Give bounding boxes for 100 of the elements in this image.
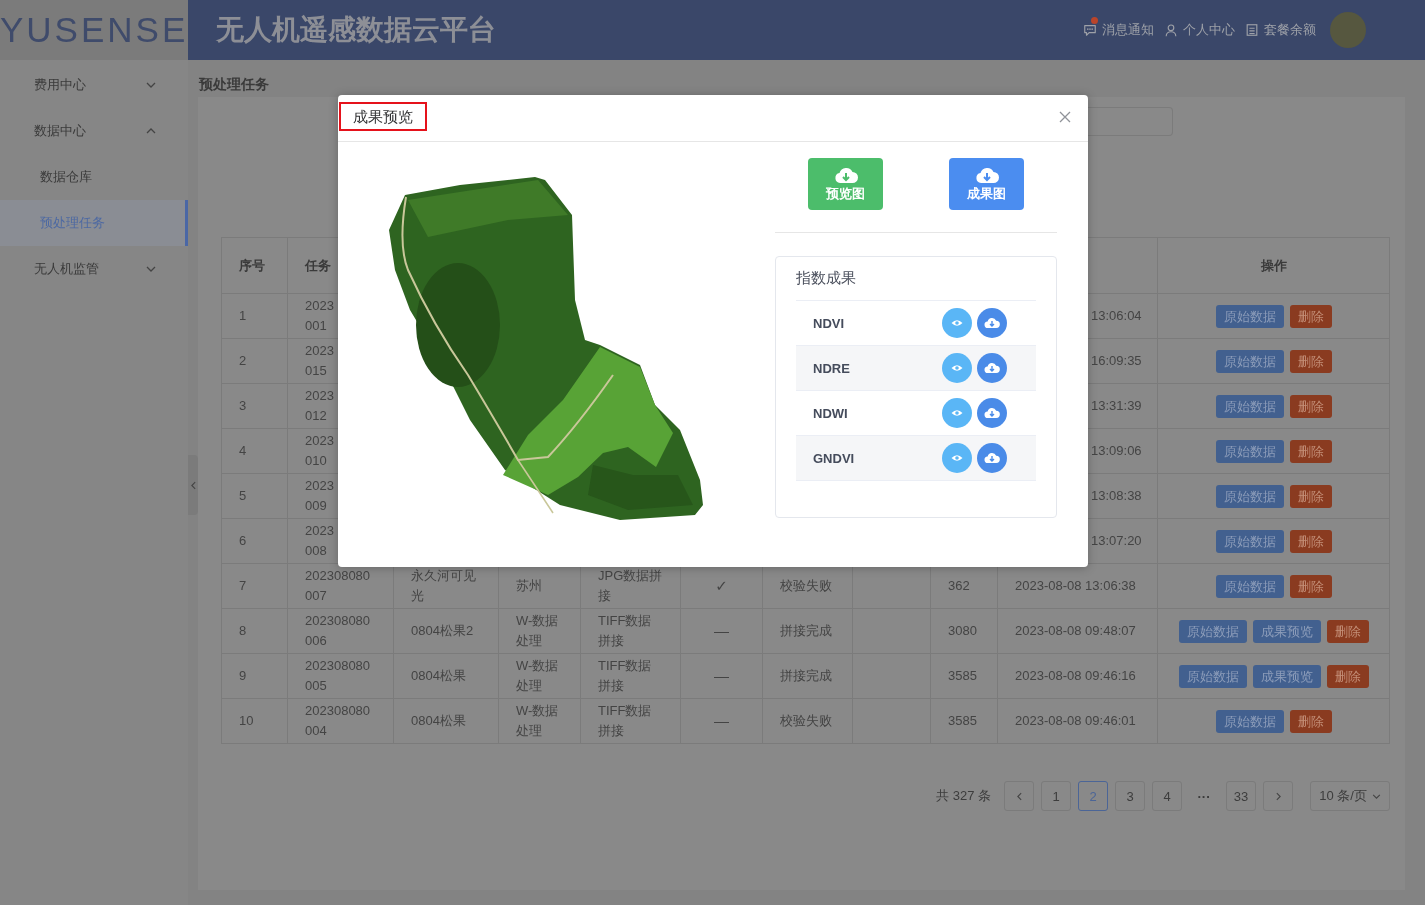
app-title: 无人机遥感数据云平台 (216, 13, 496, 47)
profile-link[interactable]: 个人中心 (1164, 21, 1235, 39)
row-number: 5 (239, 487, 247, 505)
task-type: TIFF数据拼接 (598, 612, 653, 650)
task-number: 202308080005 (305, 657, 372, 695)
raw-data-button[interactable]: 原始数据 (1215, 574, 1284, 598)
cloud-download-icon[interactable] (977, 353, 1007, 383)
page-button[interactable]: 33 (1226, 781, 1256, 811)
task-number: 202308080004 (305, 702, 372, 740)
delete-button[interactable]: 删除 (1289, 394, 1332, 418)
index-name: GNDVI (813, 450, 856, 466)
sidebar-menu-item[interactable]: 无人机监管 (0, 246, 188, 292)
sidebar-menu-item[interactable]: 费用中心 (0, 62, 188, 108)
eye-icon[interactable] (942, 353, 972, 383)
preview-image-download-button[interactable]: 预览图 (808, 158, 883, 210)
region-name: W-数据处理 (516, 612, 560, 650)
raw-data-button[interactable]: 原始数据 (1215, 349, 1284, 373)
delete-button[interactable]: 删除 (1289, 304, 1332, 328)
timestamp: 16:09:35 (1091, 352, 1142, 370)
close-icon[interactable] (1059, 111, 1071, 123)
status-text: 拼接完成 (780, 622, 832, 640)
delete-button[interactable]: 删除 (1289, 439, 1332, 463)
result-preview-button[interactable]: 成果预览 (1252, 619, 1321, 643)
page-button[interactable]: 3 (1115, 781, 1145, 811)
image-count: 3585 (948, 712, 977, 730)
raw-data-button[interactable]: 原始数据 (1178, 664, 1247, 688)
eye-icon[interactable] (942, 308, 972, 338)
task-name: 0804松果2 (411, 622, 475, 640)
page-button[interactable]: 1 (1041, 781, 1071, 811)
raw-data-button[interactable]: 原始数据 (1178, 619, 1247, 643)
raw-data-button[interactable]: 原始数据 (1215, 304, 1284, 328)
region-name: W-数据处理 (516, 657, 560, 695)
task-number: 2023 001 (305, 297, 335, 335)
notifications-link[interactable]: 消息通知 (1083, 21, 1154, 39)
delete-button[interactable]: 删除 (1289, 574, 1332, 598)
column-header: 序号 (239, 256, 265, 275)
chevron-left-icon (190, 480, 196, 490)
sidebar-submenu-item[interactable]: 预处理任务 (0, 200, 188, 246)
sidebar-menu-item[interactable]: 数据中心 (0, 108, 188, 154)
raw-data-button[interactable]: 原始数据 (1215, 484, 1284, 508)
next-page-button[interactable] (1263, 781, 1293, 811)
timestamp: 13:07:20 (1091, 532, 1142, 550)
delete-button[interactable]: 删除 (1289, 484, 1332, 508)
status-text: 拼接完成 (780, 667, 832, 685)
eye-icon[interactable] (942, 443, 972, 473)
task-type: TIFF数据拼接 (598, 702, 653, 740)
avatar-placeholder[interactable] (1330, 12, 1366, 48)
timestamp: 2023-08-08 09:46:16 (1015, 667, 1136, 685)
row-number: 9 (239, 667, 247, 685)
row-number: 10 (239, 712, 254, 730)
raw-data-button[interactable]: 原始数据 (1215, 439, 1284, 463)
raw-data-button[interactable]: 原始数据 (1215, 709, 1284, 733)
row-number: 2 (239, 352, 247, 370)
row-number: 3 (239, 397, 247, 415)
cloud-download-icon[interactable] (977, 308, 1007, 338)
result-image-download-button[interactable]: 成果图 (949, 158, 1024, 210)
raw-data-button[interactable]: 原始数据 (1215, 529, 1284, 553)
sidebar-submenu-item[interactable]: 数据仓库 (0, 154, 188, 200)
previous-page-button[interactable] (1004, 781, 1034, 811)
logo-text: YUSENSE (0, 10, 189, 50)
cloud-download-icon (974, 165, 999, 184)
list-icon (1245, 23, 1259, 37)
page-button[interactable]: 2 (1078, 781, 1108, 811)
task-name: 永久河可见光 (411, 567, 477, 605)
raw-data-button[interactable]: 原始数据 (1215, 394, 1284, 418)
column-header: 操作 (1260, 256, 1287, 275)
eye-icon[interactable] (942, 398, 972, 428)
cloud-download-icon[interactable] (977, 443, 1007, 473)
page-button[interactable]: 4 (1152, 781, 1182, 811)
task-name: 0804松果 (411, 667, 467, 685)
task-number: 2023 009 (305, 477, 335, 515)
image-count: 362 (948, 577, 970, 595)
delete-button[interactable]: 删除 (1289, 349, 1332, 373)
input-field[interactable] (1088, 107, 1173, 136)
result-mark: — (714, 621, 729, 641)
delete-button[interactable]: 删除 (1326, 664, 1369, 688)
delete-button[interactable]: 删除 (1326, 619, 1369, 643)
timestamp: 2023-08-08 09:48:07 (1015, 622, 1136, 640)
card-title: 指数成果 (796, 268, 857, 288)
status-text: 校验失败 (780, 712, 832, 730)
plan-balance-link[interactable]: 套餐余额 (1245, 21, 1316, 39)
task-number: 2023 008 (305, 522, 335, 560)
task-number: 2023 010 (305, 432, 335, 470)
collapse-handle[interactable] (188, 455, 198, 515)
page-size-select[interactable]: 10 条/页 (1310, 781, 1390, 811)
task-name: 0804松果 (411, 712, 467, 730)
cloud-download-icon[interactable] (977, 398, 1007, 428)
row-number: 8 (239, 622, 247, 640)
row-number: 7 (239, 577, 247, 595)
chat-bubble-icon (1083, 23, 1097, 37)
delete-button[interactable]: 删除 (1289, 529, 1332, 553)
chevron-down-icon (1371, 793, 1381, 799)
page-ellipsis[interactable]: ··· (1189, 788, 1219, 804)
timestamp: 13:08:38 (1091, 487, 1142, 505)
result-preview-button[interactable]: 成果预览 (1252, 664, 1321, 688)
index-name: NDVI (813, 315, 846, 331)
chevron-right-icon (1275, 791, 1281, 801)
timestamp: 2023-08-08 09:46:01 (1015, 712, 1136, 730)
chevron-left-icon (1016, 791, 1022, 801)
delete-button[interactable]: 删除 (1289, 709, 1332, 733)
